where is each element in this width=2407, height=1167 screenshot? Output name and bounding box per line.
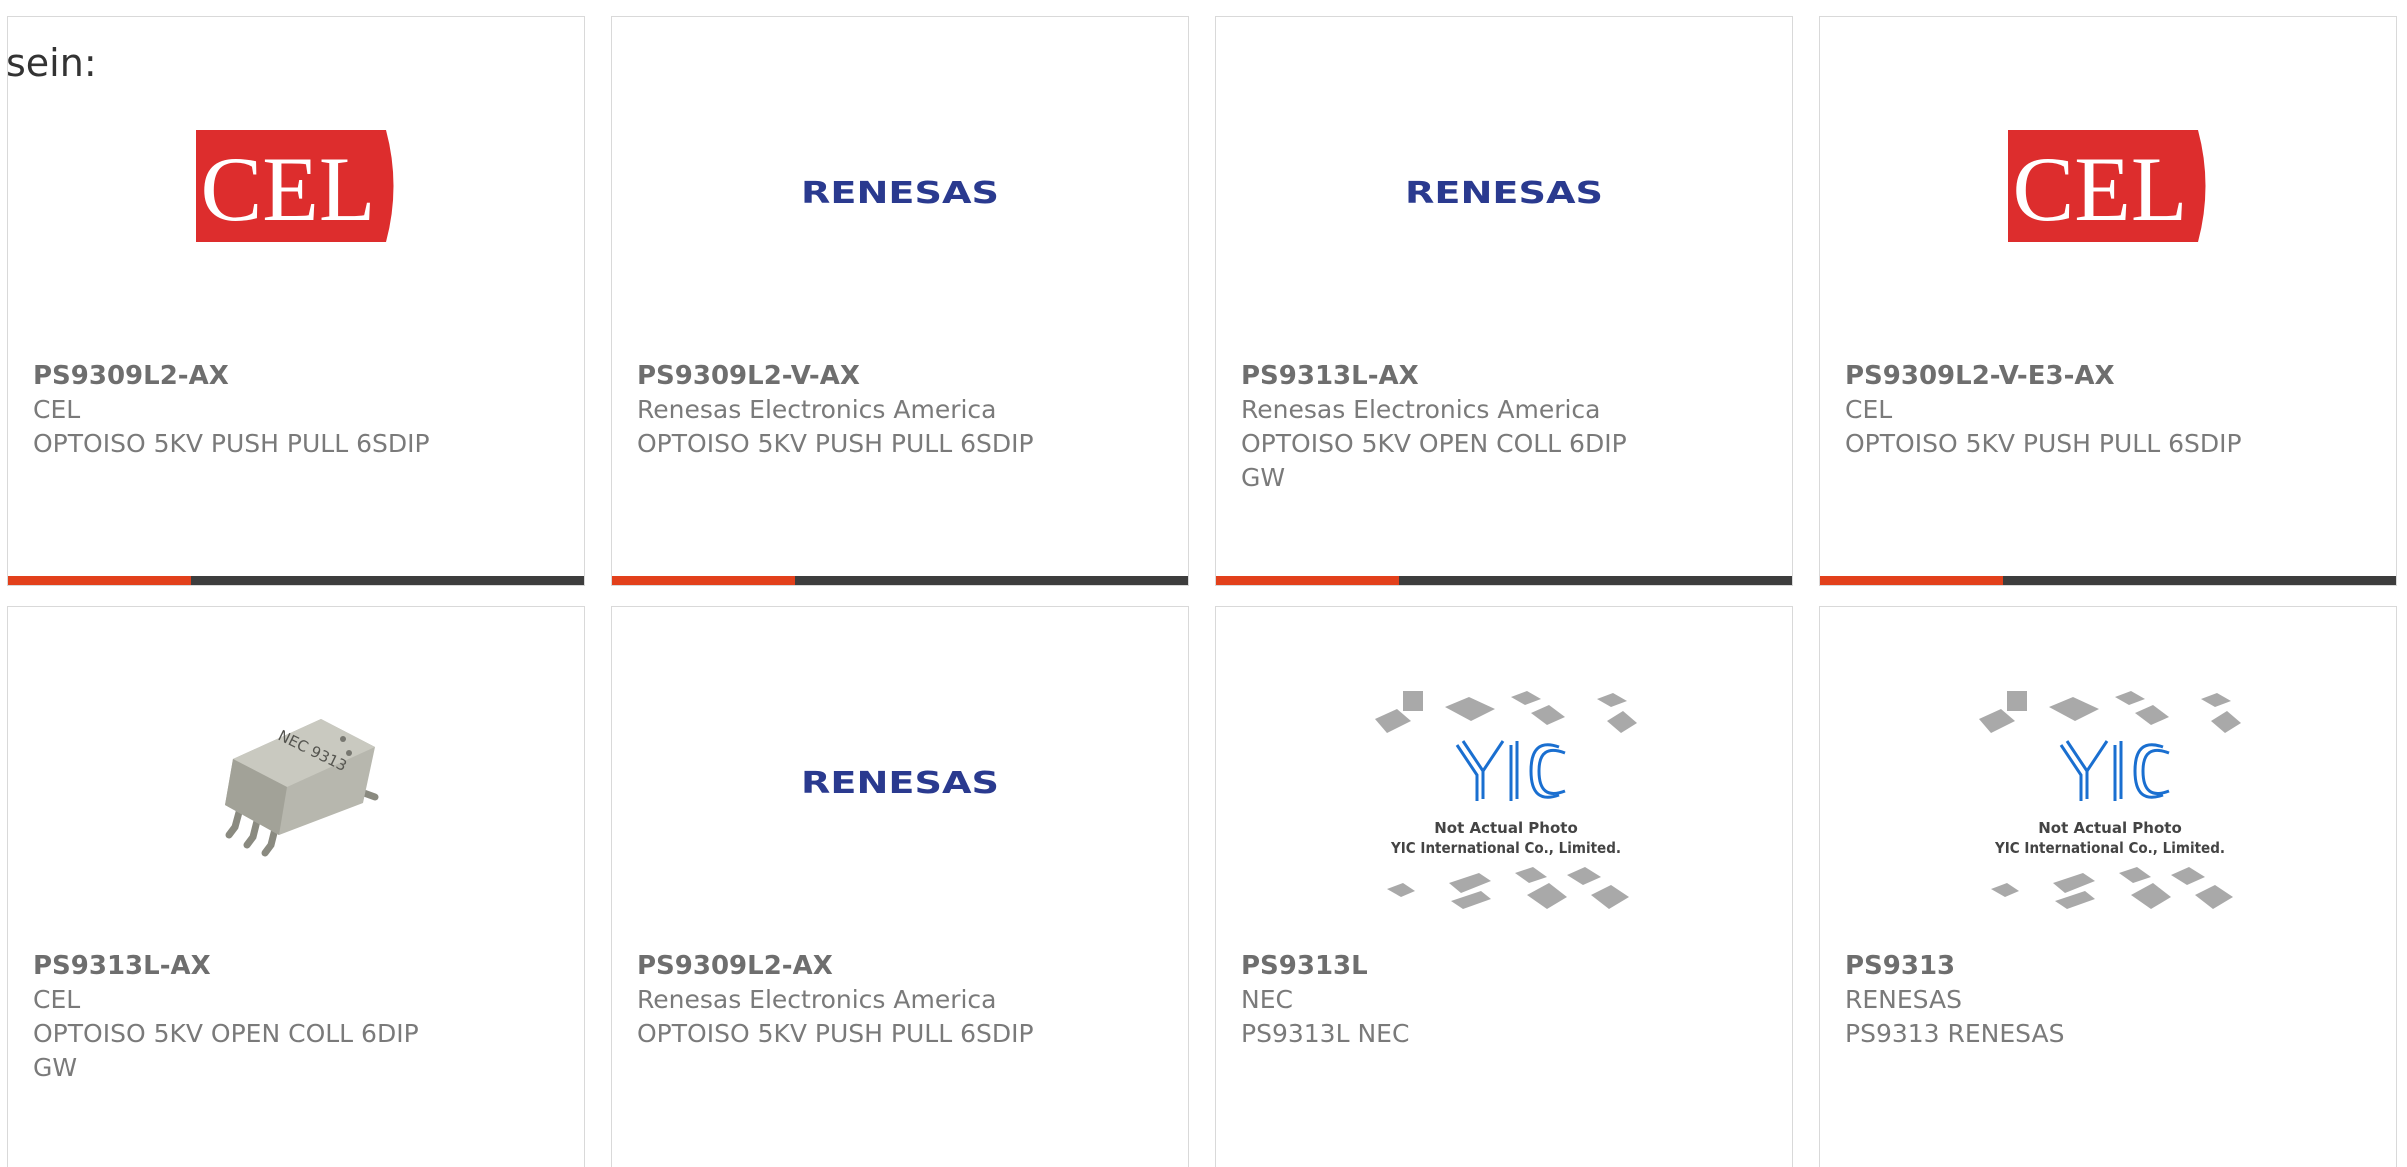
product-description: OPTOISO 5KV PUSH PULL 6SDIP bbox=[637, 1019, 1034, 1048]
part-number-link[interactable]: PS9313 bbox=[1845, 951, 1955, 981]
card-footer-accent bbox=[612, 576, 795, 585]
cel-logo: CEL bbox=[2008, 130, 2213, 242]
yic-placeholder-photo: Not Actual Photo YIC International Co., … bbox=[1979, 691, 2241, 909]
yic-placeholder-photo: Not Actual Photo YIC International Co., … bbox=[1375, 691, 1637, 909]
part-number-link[interactable]: PS9309L2-AX bbox=[33, 361, 229, 391]
product-info: PS9309L2-V-E3-AX CEL OPTOISO 5KV PUSH PU… bbox=[1845, 359, 2371, 461]
product-card[interactable]: RENESAS PS9313L-AX Renesas Electronics A… bbox=[1215, 16, 1793, 586]
page: sein: CEL PS9309L2-AX CEL OPTOISO 5KV PU… bbox=[0, 0, 2407, 1167]
card-footer-accent bbox=[1820, 576, 2003, 585]
product-card[interactable]: NEC 9313 PS9313L-AX CEL OPTOISO 5KV OPEN… bbox=[7, 606, 585, 1167]
product-image[interactable]: CEL bbox=[1820, 17, 2396, 357]
part-number-link[interactable]: PS9309L2-AX bbox=[637, 951, 833, 981]
renesas-logo: RENESAS bbox=[1405, 176, 1603, 210]
manufacturer-name: Renesas Electronics America bbox=[1241, 395, 1601, 424]
cel-logo: CEL bbox=[196, 130, 401, 242]
card-footer-bar bbox=[8, 576, 584, 585]
manufacturer-name: CEL bbox=[1845, 395, 1893, 424]
product-info: PS9309L2-AX Renesas Electronics America … bbox=[637, 949, 1163, 1051]
product-info: PS9309L2-V-AX Renesas Electronics Americ… bbox=[637, 359, 1163, 461]
product-info: PS9309L2-AX CEL OPTOISO 5KV PUSH PULL 6S… bbox=[33, 359, 559, 461]
product-description: OPTOISO 5KV PUSH PULL 6SDIP bbox=[1845, 429, 2242, 458]
cel-logo-text: CEL bbox=[2013, 138, 2188, 240]
product-description: PS9313L NEC bbox=[1241, 1019, 1410, 1048]
product-card[interactable]: Not Actual Photo YIC International Co., … bbox=[1819, 606, 2397, 1167]
product-image[interactable]: RENESAS bbox=[612, 17, 1188, 357]
product-image[interactable]: RENESAS bbox=[1216, 17, 1792, 357]
part-number-link[interactable]: PS9313L-AX bbox=[1241, 361, 1419, 391]
photo-line-2: YIC International Co., Limited. bbox=[1994, 839, 2225, 857]
card-footer-bar bbox=[1820, 576, 2396, 585]
product-card[interactable]: RENESAS PS9309L2-V-AX Renesas Electronic… bbox=[611, 16, 1189, 586]
photo-line-2: YIC International Co., Limited. bbox=[1390, 839, 1621, 857]
product-info: PS9313L-AX Renesas Electronics America O… bbox=[1241, 359, 1767, 495]
product-card[interactable]: CEL PS9309L2-V-E3-AX CEL OPTOISO 5KV PUS… bbox=[1819, 16, 2397, 586]
product-image[interactable]: Not Actual Photo YIC International Co., … bbox=[1820, 607, 2396, 947]
product-image[interactable]: RENESAS bbox=[612, 607, 1188, 947]
manufacturer-name: CEL bbox=[33, 985, 81, 1014]
renesas-logo: RENESAS bbox=[801, 766, 999, 800]
card-footer-accent bbox=[1216, 576, 1399, 585]
part-number-link[interactable]: PS9309L2-V-AX bbox=[637, 361, 860, 391]
card-footer-bar bbox=[1216, 576, 1792, 585]
manufacturer-name: Renesas Electronics America bbox=[637, 395, 997, 424]
product-description: OPTOISO 5KV PUSH PULL 6SDIP bbox=[637, 429, 1034, 458]
product-card[interactable]: Not Actual Photo YIC International Co., … bbox=[1215, 606, 1793, 1167]
renesas-logo-text: RENESAS bbox=[801, 176, 999, 210]
part-number-link[interactable]: PS9313L bbox=[1241, 951, 1368, 981]
product-description: OPTOISO 5KV OPEN COLL 6DIP GW bbox=[33, 1019, 419, 1082]
manufacturer-name: CEL bbox=[33, 395, 81, 424]
product-description: OPTOISO 5KV PUSH PULL 6SDIP bbox=[33, 429, 430, 458]
manufacturer-name: Renesas Electronics America bbox=[637, 985, 997, 1014]
product-info: PS9313 RENESAS PS9313 RENESAS bbox=[1845, 949, 2371, 1051]
product-image[interactable]: Not Actual Photo YIC International Co., … bbox=[1216, 607, 1792, 947]
card-footer-accent bbox=[8, 576, 191, 585]
product-grid: CEL PS9309L2-AX CEL OPTOISO 5KV PUSH PUL… bbox=[7, 16, 2400, 1167]
intro-text: sein: bbox=[6, 41, 97, 85]
renesas-logo-text: RENESAS bbox=[801, 766, 999, 800]
card-footer-bar bbox=[612, 576, 1188, 585]
product-info: PS9313L-AX CEL OPTOISO 5KV OPEN COLL 6DI… bbox=[33, 949, 559, 1085]
chip-photo: NEC 9313 bbox=[193, 677, 408, 892]
product-card[interactable]: RENESAS PS9309L2-AX Renesas Electronics … bbox=[611, 606, 1189, 1167]
product-description: PS9313 RENESAS bbox=[1845, 1019, 2065, 1048]
product-info: PS9313L NEC PS9313L NEC bbox=[1241, 949, 1767, 1051]
part-number-link[interactable]: PS9309L2-V-E3-AX bbox=[1845, 361, 2115, 391]
photo-line-1: Not Actual Photo bbox=[2038, 819, 2182, 837]
part-number-link[interactable]: PS9313L-AX bbox=[33, 951, 211, 981]
cel-logo-text: CEL bbox=[201, 138, 376, 240]
manufacturer-name: RENESAS bbox=[1845, 985, 1962, 1014]
renesas-logo: RENESAS bbox=[801, 176, 999, 210]
product-image[interactable]: NEC 9313 bbox=[8, 607, 584, 947]
product-card[interactable]: CEL PS9309L2-AX CEL OPTOISO 5KV PUSH PUL… bbox=[7, 16, 585, 586]
manufacturer-name: NEC bbox=[1241, 985, 1293, 1014]
product-description: OPTOISO 5KV OPEN COLL 6DIP GW bbox=[1241, 429, 1627, 492]
photo-line-1: Not Actual Photo bbox=[1434, 819, 1578, 837]
renesas-logo-text: RENESAS bbox=[1405, 176, 1603, 210]
